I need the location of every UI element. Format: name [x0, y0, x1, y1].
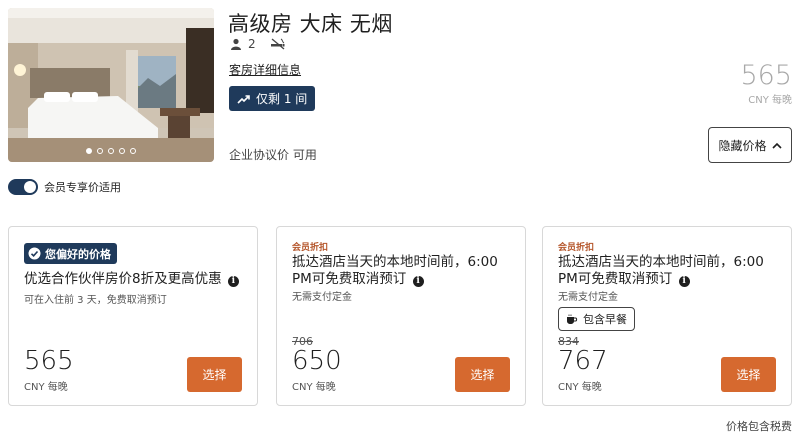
- member-discount-tag: 会员折扣: [558, 243, 595, 253]
- scarcity-text: 仅剩 1 间: [256, 92, 308, 106]
- coffee-cup-icon: [567, 314, 578, 324]
- hide-prices-button[interactable]: 隐藏价格: [708, 127, 792, 163]
- rate-subtitle: 无需支付定金: [558, 292, 618, 303]
- hide-prices-label: 隐藏价格: [718, 138, 767, 153]
- rate-title-text: 抵达酒店当天的本地时间前，6:00 PM可免费取消预订: [292, 254, 498, 287]
- carousel-dot[interactable]: [130, 148, 136, 154]
- breakfast-label: 包含早餐: [583, 313, 627, 326]
- info-icon[interactable]: i: [412, 276, 424, 287]
- member-rate-toggle-row: 会员专享价适用: [8, 179, 121, 195]
- room-photo-carousel[interactable]: [8, 8, 214, 162]
- preferred-rate-badge: 您偏好的价格: [24, 243, 117, 264]
- scarcity-badge: 仅剩 1 间: [229, 86, 316, 111]
- rate-title-text: 抵达酒店当天的本地时间前，6:00 PM可免费取消预订: [558, 254, 764, 287]
- select-rate-button[interactable]: 选择: [455, 357, 510, 392]
- rate-card-member-breakfast: 会员折扣 抵达酒店当天的本地时间前，6:00 PM可免费取消预订 i 无需支付定…: [542, 226, 792, 406]
- rate-price-unit: CNY 每晚: [558, 382, 602, 393]
- chevron-up-icon: [771, 142, 782, 149]
- rate-title: 优选合作伙伴房价8折及更高优惠 i: [24, 271, 246, 288]
- header-price: 565 CNY 每晚: [740, 62, 792, 106]
- room-details-link[interactable]: 客房详细信息: [229, 61, 301, 78]
- rate-title: 抵达酒店当天的本地时间前，6:00 PM可免费取消预订 i: [292, 254, 514, 288]
- rate-subtitle: 无需支付定金: [292, 292, 352, 303]
- carousel-dot[interactable]: [119, 148, 125, 154]
- room-photo: [8, 8, 214, 162]
- check-badge-icon: [28, 247, 41, 260]
- rate-price-unit: CNY 每晚: [292, 382, 336, 393]
- member-discount-tag: 会员折扣: [292, 243, 329, 253]
- rate-subtitle: 可在入住前 3 天，免费取消预订: [24, 295, 167, 306]
- carousel-dot[interactable]: [97, 148, 103, 154]
- carousel-dot[interactable]: [86, 148, 92, 154]
- rate-card-preferred: 您偏好的价格 优选合作伙伴房价8折及更高优惠 i 可在入住前 3 天，免费取消预…: [8, 226, 258, 406]
- rate-price: 650: [292, 346, 342, 376]
- carousel-dots: [8, 148, 214, 154]
- person-icon: [231, 38, 241, 50]
- toggle-knob: [24, 181, 36, 193]
- rate-price: 565: [24, 346, 74, 376]
- breakfast-included-badge: 包含早餐: [558, 307, 635, 331]
- info-icon[interactable]: i: [227, 276, 239, 287]
- rate-card-member: 会员折扣 抵达酒店当天的本地时间前，6:00 PM可免费取消预订 i 无需支付定…: [276, 226, 526, 406]
- select-rate-button[interactable]: 选择: [187, 357, 242, 392]
- room-title: 高级房 大床 无烟: [228, 12, 393, 36]
- preferred-rate-badge-text: 您偏好的价格: [45, 247, 111, 261]
- carousel-dot[interactable]: [108, 148, 114, 154]
- rate-price-unit: CNY 每晚: [24, 382, 68, 393]
- member-rate-toggle[interactable]: [8, 179, 38, 195]
- header-price-amount: 565: [740, 60, 792, 91]
- member-rate-toggle-label: 会员专享价适用: [44, 181, 121, 194]
- tax-note: 价格包含税费: [726, 420, 792, 433]
- rate-title-text: 优选合作伙伴房价8折及更高优惠: [24, 271, 222, 287]
- header-price-unit: CNY 每晚: [748, 95, 792, 106]
- info-icon[interactable]: i: [678, 276, 690, 287]
- guest-count: 2: [248, 37, 256, 51]
- room-meta: 2: [230, 37, 286, 51]
- no-smoking-icon: [270, 38, 285, 50]
- rate-title: 抵达酒店当天的本地时间前，6:00 PM可免费取消预订 i: [558, 254, 780, 288]
- corporate-rate-note: 企业协议价 可用: [229, 148, 317, 162]
- select-rate-button[interactable]: 选择: [721, 357, 776, 392]
- trend-up-icon: [237, 94, 250, 104]
- rate-price: 767: [558, 346, 608, 376]
